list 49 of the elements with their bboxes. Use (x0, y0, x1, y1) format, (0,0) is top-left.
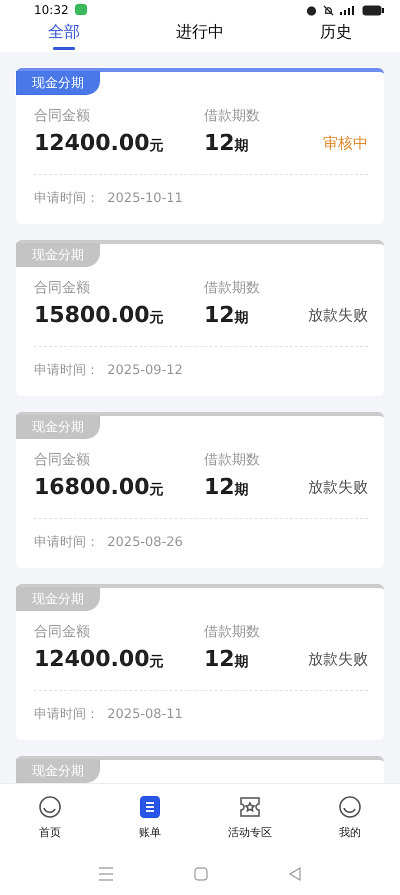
tab[interactable]: 全部 (40, 20, 88, 52)
term-label: 借款期数 (204, 107, 260, 125)
nav-item[interactable]: 账单 (110, 795, 190, 840)
signal-icon (340, 4, 356, 16)
battery-icon (362, 4, 386, 16)
loan-card[interactable]: 现金分期 合同金额 12400.00元 借款期数 12期 审核中 申请时间： 2025-10-11 (16, 68, 384, 224)
message-icon (74, 4, 87, 16)
term-label: 借款期数 (204, 623, 260, 641)
term-value: 12期 (204, 131, 249, 156)
amount-value: 15800.00元 (34, 303, 164, 328)
loan-status: 放款失败 (308, 306, 368, 325)
product-tag: 现金分期 (16, 243, 100, 267)
loan-status: 放款失败 (308, 478, 368, 497)
apply-date: 申请时间： 2025-08-11 (34, 706, 184, 723)
nav-item[interactable]: 首页 (10, 795, 90, 840)
loan-status: 放款失败 (308, 650, 368, 669)
nav-item[interactable]: 活动专区 (210, 795, 290, 840)
term-label: 借款期数 (204, 451, 260, 469)
product-tag: 现金分期 (16, 415, 100, 439)
term-label: 借款期数 (204, 279, 260, 297)
apply-date: 申请时间： 2025-08-26 (34, 534, 184, 551)
status-time: 10:32 (34, 3, 69, 17)
menu-icon[interactable] (98, 866, 114, 880)
term-value: 12期 (204, 647, 249, 672)
amount-value: 12400.00元 (34, 131, 164, 156)
tab[interactable]: 进行中 (168, 20, 232, 52)
product-tag: 现金分期 (16, 759, 100, 783)
bill-icon (139, 795, 161, 819)
term-value: 12期 (204, 303, 249, 328)
loan-card[interactable]: 现金分期 合同金额 15800.00元 借款期数 12期 放款失败 申请时间： 2025-09-12 (16, 240, 384, 396)
loan-card[interactable]: 现金分期 合同金额 16800.00元 借款期数 12期 放款失败 申请时间： 2025-08-26 (16, 412, 384, 568)
home-button-icon[interactable] (194, 866, 208, 880)
amount-label: 合同金额 (34, 107, 90, 125)
product-tag: 现金分期 (16, 587, 100, 611)
loan-status: 审核中 (323, 134, 368, 153)
amount-value: 12400.00元 (34, 647, 164, 672)
nav-item[interactable]: 我的 (310, 795, 390, 840)
amount-value: 16800.00元 (34, 475, 164, 500)
term-value: 12期 (204, 475, 249, 500)
loan-card[interactable]: 现金分期 合同金额 12400.00元 借款期数 12期 放款失败 申请时间： 2025-08-11 (16, 584, 384, 740)
tab[interactable]: 历史 (312, 20, 360, 52)
apply-date: 申请时间： 2025-10-11 (34, 190, 184, 207)
amount-label: 合同金额 (34, 623, 90, 641)
product-tag: 现金分期 (16, 71, 100, 95)
amount-label: 合同金额 (34, 279, 90, 297)
apply-date: 申请时间： 2025-09-12 (34, 362, 184, 379)
mute-icon (323, 4, 334, 16)
amount-label: 合同金额 (34, 451, 90, 469)
back-icon[interactable] (288, 866, 302, 880)
